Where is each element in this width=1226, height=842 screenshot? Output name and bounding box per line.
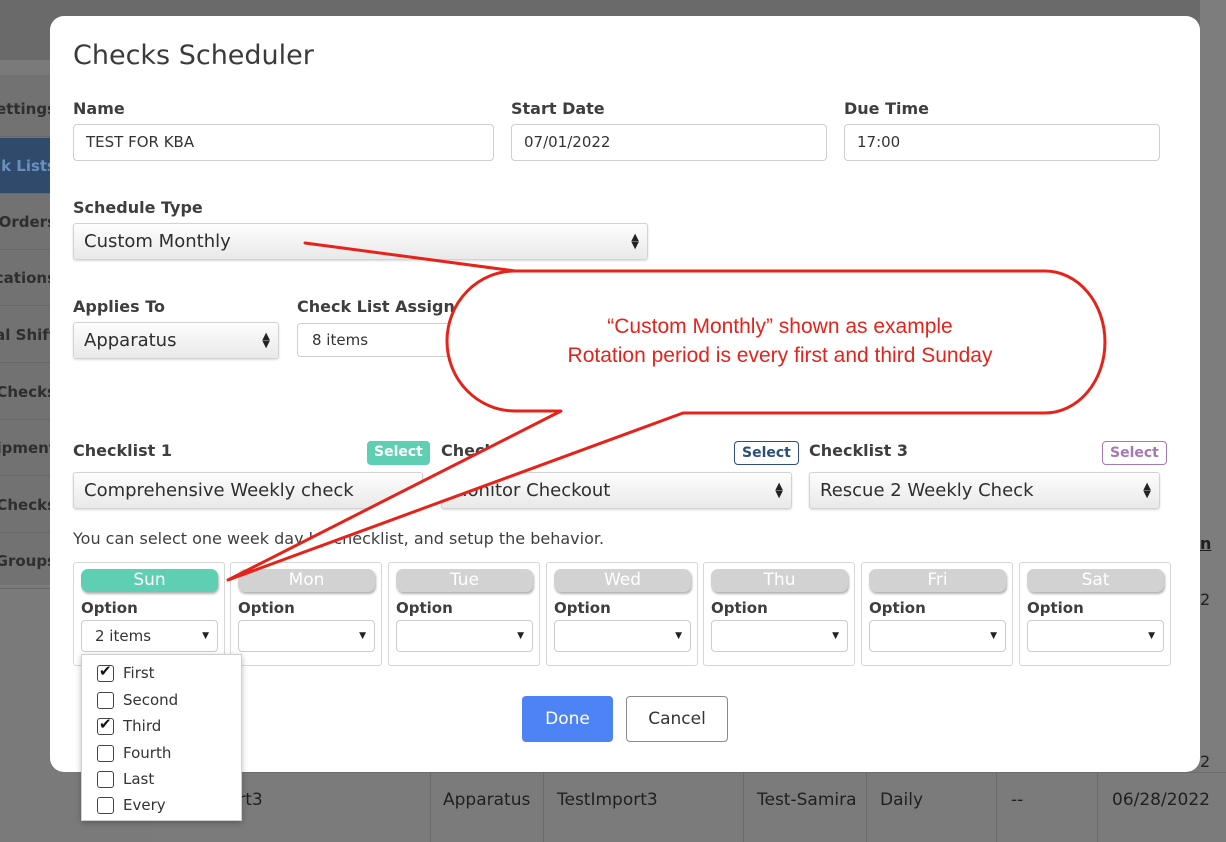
checkbox-icon[interactable] <box>97 744 114 762</box>
option-fourth[interactable]: Fourth <box>97 742 171 764</box>
option-every[interactable]: Every <box>97 794 166 816</box>
option-label: Third <box>123 717 162 735</box>
option-label: Fourth <box>123 744 172 762</box>
checkbox-icon[interactable] <box>97 691 114 709</box>
annotation-line-2: Rotation period is every first and third… <box>567 344 993 367</box>
sun-option-dropdown: ✔ First Second ✔ Third Fourth Last Every <box>81 654 242 821</box>
option-third[interactable]: ✔ Third <box>97 715 161 737</box>
checkbox-icon[interactable] <box>97 796 114 814</box>
option-last[interactable]: Last <box>97 768 154 790</box>
checkbox-checked-icon[interactable]: ✔ <box>97 715 114 735</box>
option-label: Every <box>123 796 166 814</box>
option-second[interactable]: Second <box>97 689 178 711</box>
option-label: Last <box>123 770 155 788</box>
callout-bubble <box>226 241 1107 582</box>
option-first[interactable]: ✔ First <box>97 662 155 684</box>
checkbox-checked-icon[interactable]: ✔ <box>97 662 114 682</box>
annotation-line-1: “Custom Monthly” shown as example <box>607 315 953 338</box>
option-label: First <box>123 664 155 682</box>
option-label: Second <box>123 691 179 709</box>
checkbox-icon[interactable] <box>97 770 114 788</box>
